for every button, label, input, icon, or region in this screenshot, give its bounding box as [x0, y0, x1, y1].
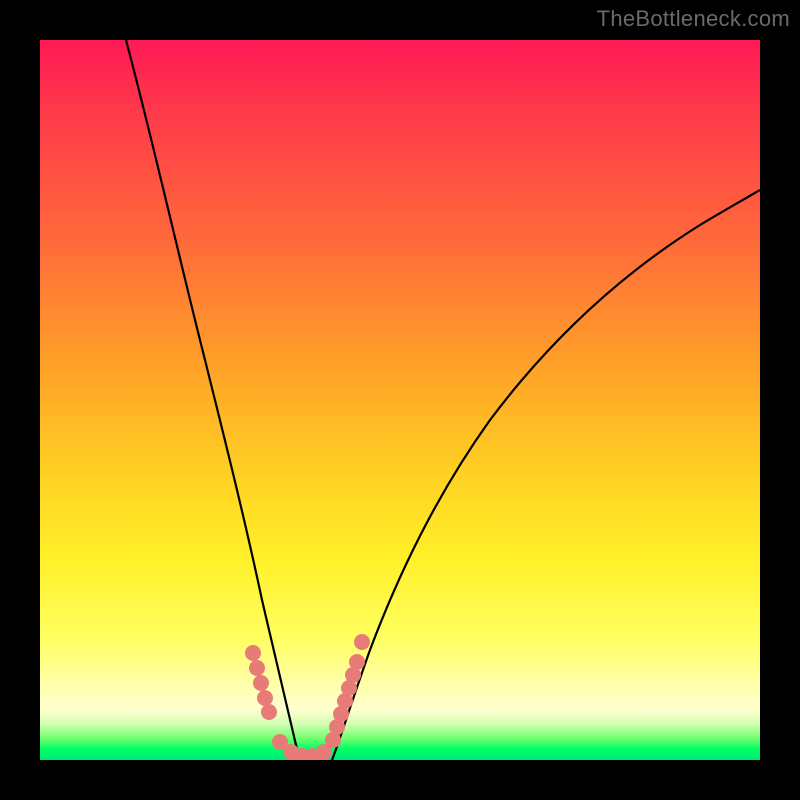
marker-cluster-left — [245, 645, 277, 720]
marker-cluster-right — [325, 634, 370, 748]
marker-cluster-trough — [272, 734, 332, 760]
chart-frame: TheBottleneck.com — [0, 0, 800, 800]
watermark-text: TheBottleneck.com — [597, 6, 790, 32]
right-curve — [332, 190, 760, 760]
plot-area — [40, 40, 760, 760]
curve-layer — [40, 40, 760, 760]
left-curve — [126, 40, 300, 760]
